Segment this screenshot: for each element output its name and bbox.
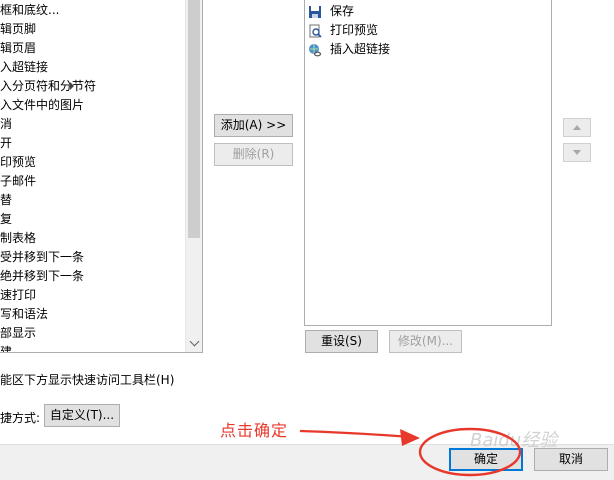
command-label: 入超链接 [0, 60, 49, 74]
command-label: 建 [0, 345, 13, 353]
command-list-item[interactable]: 速打印 [0, 286, 36, 305]
customize-button[interactable]: 自定义(T)... [44, 404, 120, 427]
annotation-arrow [299, 427, 522, 477]
move-down-button[interactable] [563, 143, 591, 162]
command-label: 速打印 [0, 288, 37, 302]
command-list-item[interactable]: 开 [0, 134, 12, 153]
command-list-item[interactable]: 写和语法 [0, 305, 48, 324]
command-list-item[interactable]: 复 [0, 210, 12, 229]
command-list-item[interactable]: 辑页脚 [0, 20, 36, 39]
command-list-item[interactable]: 框和底纹... [0, 1, 59, 20]
command-list-item[interactable]: 部显示 [0, 324, 36, 343]
shortcuts-label: 捷方式: [0, 411, 41, 425]
add-button[interactable]: 添加(A) >> [214, 114, 293, 137]
command-label: 入分页符和分节符 [0, 79, 97, 93]
command-label: 替 [0, 193, 13, 207]
save-icon [308, 5, 322, 19]
command-label: 辑页脚 [0, 22, 37, 36]
command-list-item[interactable]: 消 [0, 115, 12, 134]
arrow-up-icon [573, 125, 581, 130]
command-list-item[interactable]: 替 [0, 191, 12, 210]
list-item[interactable]: 插入超链接 [308, 40, 390, 59]
submenu-arrow-icon [70, 82, 75, 90]
command-list-item[interactable]: 绝并移到下一条 [0, 267, 84, 286]
command-label: 入文件中的图片 [0, 98, 85, 112]
list-item[interactable]: 保存 [308, 2, 354, 21]
command-label: 写和语法 [0, 307, 49, 321]
print-preview-icon [308, 24, 322, 38]
command-list-item[interactable]: 印预览 [0, 153, 36, 172]
command-list-item[interactable]: 子邮件 [0, 172, 36, 191]
list-item-label: 插入超链接 [330, 42, 391, 56]
list-item[interactable]: 打印预览 [308, 21, 378, 40]
command-list-item[interactable]: 建 [0, 343, 13, 353]
show-below-ribbon-checkbox-label[interactable]: 能区下方显示快速访问工具栏(H) [0, 371, 174, 388]
command-list-item[interactable]: 受并移到下一条 [0, 248, 84, 267]
scrollbar-thumb[interactable] [188, 0, 200, 238]
command-label: 框和底纹... [0, 3, 60, 17]
move-up-button[interactable] [563, 118, 591, 137]
quick-access-toolbar-list[interactable]: 保存 打印预览 插入超链接 [304, 0, 552, 326]
arrow-down-icon [573, 150, 581, 155]
list-item-label: 打印预览 [330, 23, 379, 37]
command-label: 印预览 [0, 155, 37, 169]
modify-button[interactable]: 修改(M)... [389, 330, 462, 353]
remove-button[interactable]: 删除(R) [214, 143, 293, 166]
command-label: 消 [0, 117, 13, 131]
command-list[interactable]: 框和底纹... 辑页脚辑页眉入超链接入分页符和分节符 入文件中的图片消开印预览子邮件… [0, 0, 203, 353]
chevron-down-icon [189, 336, 199, 347]
command-label: 子邮件 [0, 174, 37, 188]
command-label: 辑页眉 [0, 41, 37, 55]
scroll-down-button[interactable] [186, 335, 202, 352]
command-label: 制表格 [0, 231, 37, 245]
command-list-item[interactable]: 入超链接 [0, 58, 48, 77]
command-label: 绝并移到下一条 [0, 269, 85, 283]
command-label: 受并移到下一条 [0, 250, 85, 264]
command-label: 开 [0, 136, 13, 150]
annotation-text: 点击确定 [220, 421, 289, 440]
reset-button[interactable]: 重设(S) [305, 330, 378, 353]
command-label: 复 [0, 212, 13, 226]
command-list-item[interactable]: 入分页符和分节符 [0, 77, 96, 96]
hyperlink-icon [308, 43, 322, 57]
command-list-scrollbar[interactable] [185, 0, 202, 352]
list-item-label: 保存 [330, 4, 355, 18]
command-list-item[interactable]: 入文件中的图片 [0, 96, 84, 115]
command-list-item[interactable]: 制表格 [0, 229, 36, 248]
command-label: 部显示 [0, 326, 37, 340]
command-list-item[interactable]: 辑页眉 [0, 39, 36, 58]
